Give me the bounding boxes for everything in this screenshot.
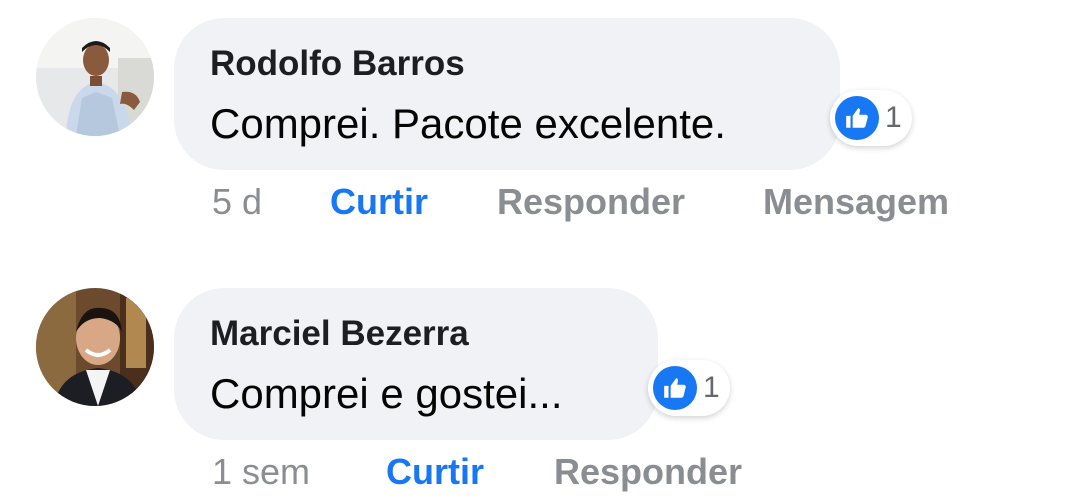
comment-timestamp[interactable]: 5 d [212, 181, 262, 223]
comment-author[interactable]: Rodolfo Barros [210, 44, 465, 84]
message-button[interactable]: Mensagem [763, 181, 949, 223]
comment: Rodolfo Barros Comprei. Pacote excelente… [0, 0, 1080, 240]
reply-button[interactable]: Responder [554, 451, 742, 493]
comment-author[interactable]: Marciel Bezerra [210, 314, 469, 354]
comment-bubble: Marciel Bezerra Comprei e gostei... [174, 288, 658, 440]
reaction-badge[interactable]: 1 [648, 360, 730, 416]
reaction-badge[interactable]: 1 [830, 90, 912, 146]
like-icon [835, 96, 879, 140]
comment-actions: 1 sem Curtir Responder [0, 451, 1080, 495]
comment: Marciel Bezerra Comprei e gostei... 1 1 … [0, 270, 1080, 503]
like-icon [653, 366, 697, 410]
reply-button[interactable]: Responder [497, 181, 685, 223]
avatar[interactable] [36, 18, 154, 136]
avatar[interactable] [36, 288, 154, 406]
reaction-count: 1 [703, 371, 720, 404]
reaction-count: 1 [885, 101, 902, 134]
comment-timestamp[interactable]: 1 sem [212, 451, 310, 493]
like-button[interactable]: Curtir [330, 181, 428, 223]
comment-text: Comprei. Pacote excelente. [210, 100, 726, 147]
comment-bubble: Rodolfo Barros Comprei. Pacote excelente… [174, 18, 840, 170]
comment-actions: 5 d Curtir Responder Mensagem [0, 181, 1080, 225]
like-button[interactable]: Curtir [386, 451, 484, 493]
comment-text: Comprei e gostei... [210, 370, 563, 417]
